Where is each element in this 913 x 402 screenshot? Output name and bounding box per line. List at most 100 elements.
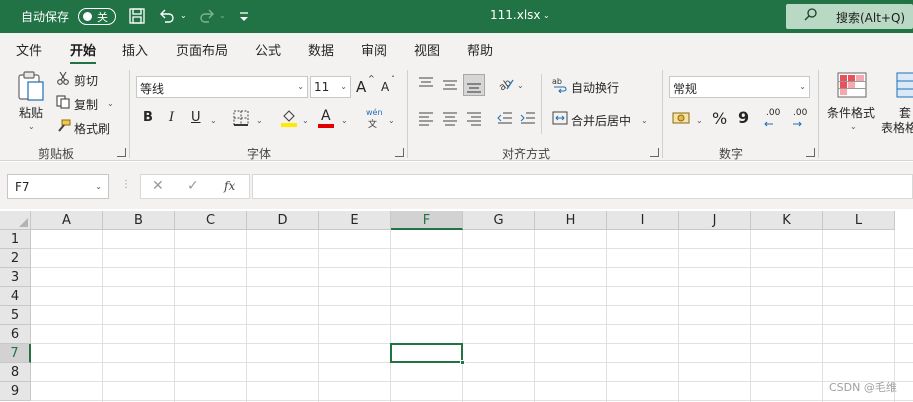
clipboard-launcher-icon[interactable] — [117, 148, 126, 157]
conditional-formatting-icon[interactable] — [837, 72, 867, 102]
align-center-icon[interactable] — [442, 110, 458, 130]
wrap-text-icon[interactable]: ab — [552, 77, 568, 97]
format-painter-icon[interactable] — [56, 119, 71, 137]
shrink-font-button[interactable]: A — [381, 80, 389, 94]
border-icon[interactable] — [233, 110, 249, 130]
number-format-select[interactable]: 常规 ⌄ — [669, 76, 810, 98]
font-color-dropdown-icon[interactable]: ⌄ — [341, 116, 348, 125]
decrease-indent-icon[interactable] — [497, 110, 513, 130]
file-name[interactable]: 111.xlsx — [490, 8, 541, 22]
align-right-icon[interactable] — [466, 110, 482, 130]
row-header-5[interactable]: 5 — [0, 306, 31, 325]
fill-color-icon[interactable] — [280, 108, 298, 132]
redo-icon[interactable] — [198, 7, 216, 27]
formula-bar-splitter-icon[interactable]: ⋮ — [121, 179, 131, 190]
row-header-2[interactable]: 2 — [0, 249, 31, 268]
accounting-format-icon[interactable] — [672, 110, 692, 130]
column-header-g[interactable]: G — [463, 211, 535, 230]
undo-icon[interactable] — [158, 7, 176, 27]
conditional-formatting-button[interactable]: 条件格式 — [827, 104, 875, 121]
underline-button[interactable]: U — [191, 110, 201, 125]
paste-button[interactable]: 粘贴 — [19, 104, 43, 121]
grow-font-button[interactable]: A — [356, 78, 366, 96]
save-icon[interactable] — [128, 7, 146, 27]
merge-center-button[interactable]: 合并后居中 — [571, 112, 631, 129]
tab-formulas[interactable]: 公式 — [255, 40, 281, 59]
column-header-h[interactable]: H — [535, 211, 607, 230]
cancel-entry-icon[interactable]: ✕ — [152, 178, 164, 194]
conditional-formatting-dropdown-icon[interactable]: ⌄ — [850, 122, 857, 131]
filename-dropdown-icon[interactable]: ⌄ — [543, 11, 550, 20]
number-launcher-icon[interactable] — [806, 148, 815, 157]
formula-input[interactable] — [252, 174, 913, 199]
merge-center-dropdown-icon[interactable]: ⌄ — [641, 116, 648, 125]
format-as-table-icon[interactable] — [896, 72, 913, 102]
select-all-corner[interactable] — [0, 211, 31, 230]
wrap-text-button[interactable]: 自动换行 — [571, 79, 619, 96]
tab-home[interactable]: 开始 — [70, 40, 96, 59]
row-header-9[interactable]: 9 — [0, 382, 31, 401]
customize-qat-icon[interactable] — [238, 9, 250, 29]
phonetic-dropdown-icon[interactable]: ⌄ — [388, 116, 395, 125]
orientation-dropdown-icon[interactable]: ⌄ — [517, 81, 524, 90]
format-painter-button[interactable]: 格式刷 — [74, 120, 110, 137]
column-header-d[interactable]: D — [247, 211, 319, 230]
column-header-e[interactable]: E — [319, 211, 391, 230]
cut-icon[interactable] — [56, 71, 70, 89]
fill-color-dropdown-icon[interactable]: ⌄ — [302, 116, 309, 125]
border-dropdown-icon[interactable]: ⌄ — [256, 116, 263, 125]
align-left-icon[interactable] — [418, 110, 434, 130]
column-header-c[interactable]: C — [175, 211, 247, 230]
row-header-7[interactable]: 7 — [0, 344, 31, 363]
copy-dropdown-icon[interactable]: ⌄ — [107, 99, 114, 108]
row-header-8[interactable]: 8 — [0, 363, 31, 382]
cut-button[interactable]: 剪切 — [74, 72, 98, 89]
italic-button[interactable]: I — [169, 110, 174, 125]
percent-button[interactable]: % — [712, 109, 727, 128]
bold-button[interactable]: B — [143, 110, 153, 125]
fill-handle[interactable] — [460, 360, 465, 365]
copy-button[interactable]: 复制 — [74, 96, 98, 113]
align-bottom-button[interactable] — [463, 74, 485, 96]
undo-dropdown-icon[interactable]: ⌄ — [180, 11, 187, 20]
autosave-toggle[interactable]: 关 — [78, 8, 116, 25]
confirm-entry-icon[interactable]: ✓ — [187, 178, 199, 194]
column-header-b[interactable]: B — [103, 211, 175, 230]
orientation-icon[interactable]: ab — [497, 76, 515, 96]
alignment-launcher-icon[interactable] — [650, 148, 659, 157]
row-header-6[interactable]: 6 — [0, 325, 31, 344]
paste-dropdown-icon[interactable]: ⌄ — [28, 122, 35, 131]
column-header-k[interactable]: K — [751, 211, 823, 230]
paste-icon[interactable] — [16, 70, 46, 106]
phonetic-button[interactable]: wén — [366, 108, 383, 117]
tab-review[interactable]: 审阅 — [361, 40, 387, 59]
copy-icon[interactable] — [56, 95, 70, 113]
search-box[interactable]: 搜索(Alt+Q) — [786, 4, 913, 29]
tab-file[interactable]: 文件 — [16, 40, 42, 59]
tab-page-layout[interactable]: 页面布局 — [176, 40, 228, 59]
font-size-select[interactable]: 11 ⌄ — [310, 76, 351, 98]
font-launcher-icon[interactable] — [395, 148, 404, 157]
column-header-i[interactable]: I — [607, 211, 679, 230]
merge-center-icon[interactable] — [552, 110, 568, 130]
name-box[interactable]: F7 ⌄ — [7, 174, 109, 199]
tab-help[interactable]: 帮助 — [467, 40, 493, 59]
align-top-icon[interactable] — [418, 76, 434, 96]
worksheet-grid[interactable]: ABCDEFGHIJKL 123456789 CSDN @毛维 — [0, 211, 913, 402]
active-cell[interactable] — [390, 343, 463, 363]
row-header-4[interactable]: 4 — [0, 287, 31, 306]
font-name-select[interactable]: 等线 ⌄ — [136, 76, 308, 98]
align-middle-icon[interactable] — [442, 76, 458, 96]
column-header-a[interactable]: A — [31, 211, 103, 230]
row-header-3[interactable]: 3 — [0, 268, 31, 287]
increase-indent-icon[interactable] — [520, 110, 536, 130]
row-header-1[interactable]: 1 — [0, 230, 31, 249]
insert-function-button[interactable]: fx — [224, 179, 235, 193]
column-header-l[interactable]: L — [823, 211, 895, 230]
column-header-j[interactable]: J — [679, 211, 751, 230]
tab-view[interactable]: 视图 — [414, 40, 440, 59]
accounting-dropdown-icon[interactable]: ⌄ — [696, 116, 703, 125]
redo-dropdown-icon[interactable]: ⌄ — [219, 11, 226, 20]
tab-data[interactable]: 数据 — [308, 40, 334, 59]
font-color-button[interactable]: A — [321, 108, 331, 124]
